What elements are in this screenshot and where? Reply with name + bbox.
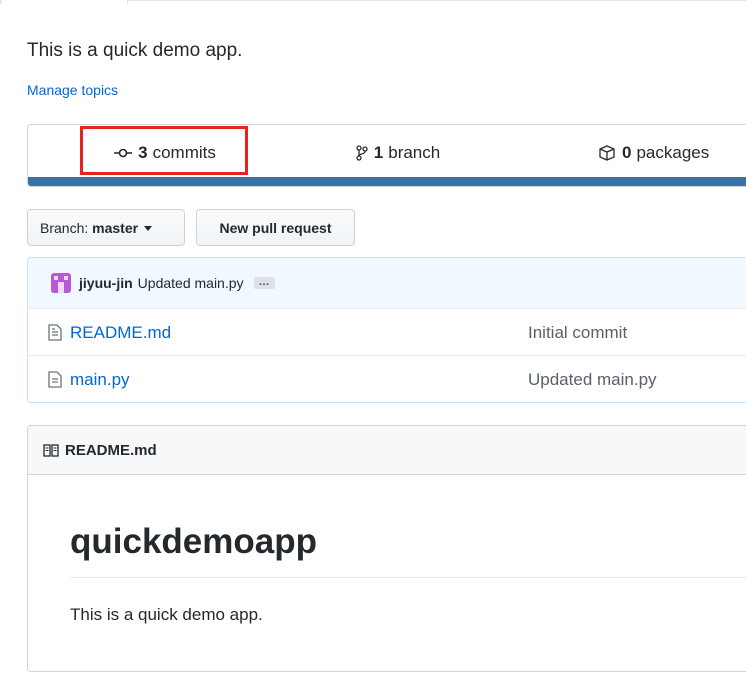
commits-link[interactable]: 3 commits (80, 125, 250, 180)
file-table: jiyuu-jin Updated main.py … README.md In… (27, 257, 746, 403)
numbers-summary: 3 commits 1 branch 0 packages (27, 124, 746, 187)
divider (70, 577, 746, 578)
package-icon (599, 144, 615, 161)
language-bar[interactable] (28, 177, 746, 186)
file-name-link[interactable]: main.py (70, 370, 130, 390)
file-icon (48, 371, 62, 388)
packages-count: 0 (622, 142, 632, 162)
caret-down-icon (144, 226, 153, 231)
commits-label: commits (152, 142, 216, 162)
repo-description: This is a quick demo app. (27, 40, 243, 61)
packages-link[interactable]: 0 packages (548, 125, 746, 180)
file-row: main.py Updated main.py (28, 355, 746, 402)
branches-count: 1 (373, 142, 384, 162)
readme-body: This is a quick demo app. (70, 605, 263, 624)
branch-select-button[interactable]: Branch: master (27, 209, 185, 246)
packages-label: packages (636, 142, 710, 162)
branches-label: branch (388, 142, 441, 162)
commit-message-link[interactable]: Updated main.py (138, 275, 244, 291)
tab-underline (0, 0, 746, 4)
commits-count: 3 (138, 142, 148, 162)
file-icon (48, 324, 62, 341)
file-row: README.md Initial commit (28, 308, 746, 356)
expand-commit-button[interactable]: … (253, 277, 275, 289)
file-commit-message[interactable]: Updated main.py (528, 370, 657, 390)
branch-icon (356, 144, 368, 161)
avatar[interactable] (51, 273, 71, 293)
file-commit-message[interactable]: Initial commit (528, 323, 627, 343)
readme-header: README.md (28, 426, 746, 475)
commit-icon (114, 148, 133, 157)
branch-name: master (92, 219, 139, 236)
readme-title: quickdemoapp (70, 522, 317, 561)
file-name-link[interactable]: README.md (70, 323, 171, 343)
readme-header-title: README.md (65, 441, 157, 459)
branches-link[interactable]: 1 branch (298, 125, 498, 180)
new-pull-request-button[interactable]: New pull request (196, 209, 355, 246)
latest-commit-bar: jiyuu-jin Updated main.py … (28, 258, 746, 309)
branch-prefix: Branch: (40, 219, 89, 236)
book-icon (43, 443, 59, 457)
manage-topics-link[interactable]: Manage topics (27, 82, 118, 98)
readme-box: README.md quickdemoapp This is a quick d… (27, 425, 746, 672)
commit-author-link[interactable]: jiyuu-jin (79, 275, 133, 291)
